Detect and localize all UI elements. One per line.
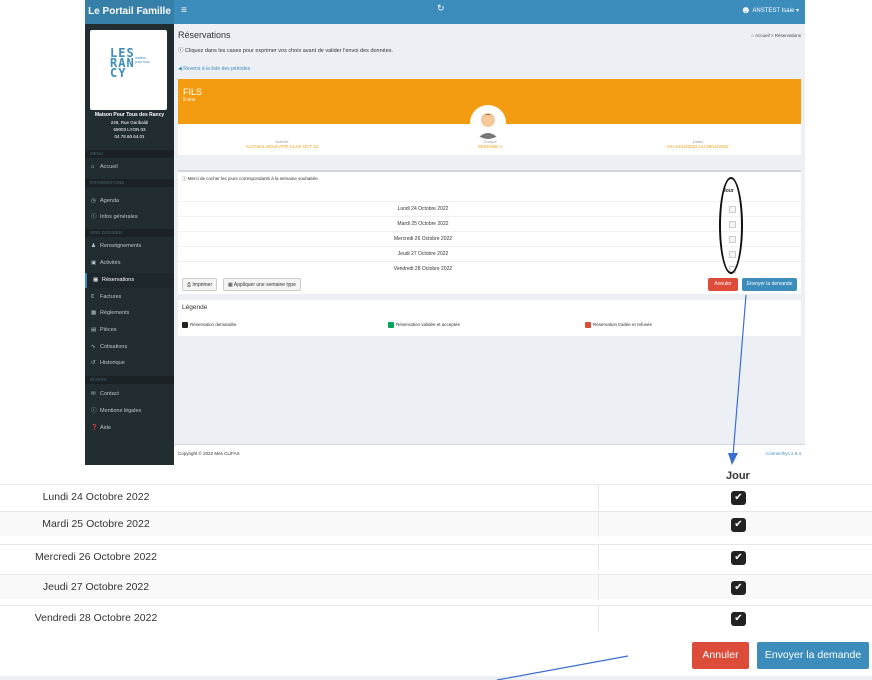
- annotation-arrows: [496, 294, 747, 680]
